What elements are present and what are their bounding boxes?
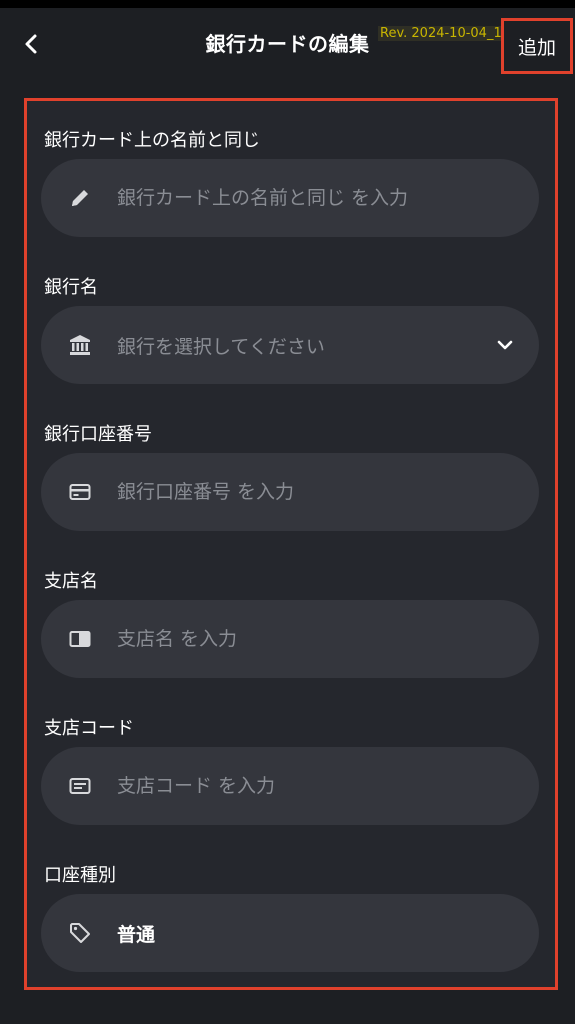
name-input[interactable] [117,159,517,237]
branch-code-field-row[interactable] [41,747,539,825]
field-label-branch-name: 支店名 [44,571,98,592]
field-label-branch-code: 支店コード [44,718,134,739]
bank-icon [68,333,92,357]
card-icon [68,480,92,504]
branch-name-input[interactable] [117,600,517,678]
pencil-icon [68,186,92,210]
tag-icon [68,921,92,945]
book-icon [68,627,92,651]
bank-select[interactable]: 銀行を選択してください [41,306,539,384]
top-bar: 銀行カードの編集 Rev. 2024-10-04_1 追加 [0,0,575,88]
account-number-input[interactable] [117,453,517,531]
bank-select-placeholder: 銀行を選択してください [117,336,325,358]
revision-label: Rev. 2024-10-04_1 [378,26,504,41]
account-type-select[interactable]: 普通 [41,894,539,972]
branch-code-input[interactable] [117,747,517,825]
name-field-row[interactable] [41,159,539,237]
bank-card-form: 銀行カード上の名前と同じ 銀行名 銀行を選択してください [24,98,558,990]
field-label-bank: 銀行名 [44,277,98,298]
chevron-down-icon [493,333,517,357]
account-type-value: 普通 [117,924,156,946]
id-card-icon [68,774,92,798]
account-number-field-row[interactable] [41,453,539,531]
field-label-name: 銀行カード上の名前と同じ [44,130,260,151]
add-button[interactable]: 追加 [501,18,573,74]
branch-name-field-row[interactable] [41,600,539,678]
field-label-account-type: 口座種別 [44,865,116,886]
field-label-account-number: 銀行口座番号 [44,424,152,445]
